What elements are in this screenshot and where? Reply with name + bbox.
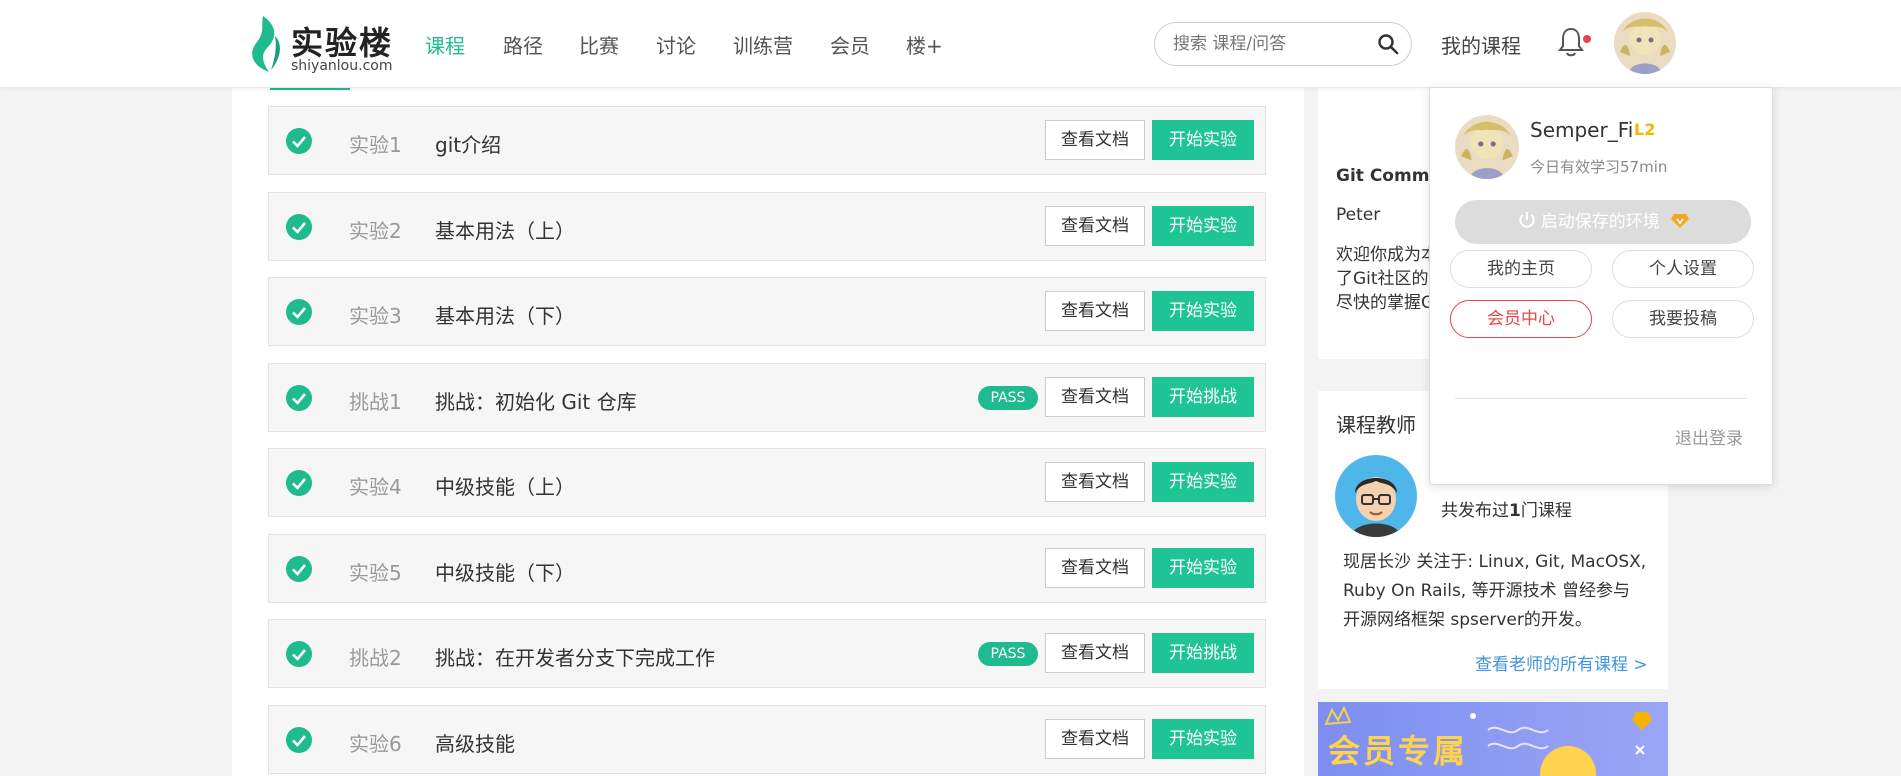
start-lab-button[interactable]: 开始实验 [1152, 462, 1254, 502]
community-intro-line: 欢迎你成为本 [1336, 245, 1438, 265]
dropdown-username[interactable]: Semper_Fi [1530, 118, 1633, 142]
nav-discussion[interactable]: 讨论 [656, 30, 696, 59]
lab-number: 实验5 [349, 561, 402, 585]
lab-title[interactable]: 基本用法（上） [435, 215, 575, 244]
bell-icon[interactable] [1556, 26, 1586, 58]
logo-subtitle: shiyanlou.com [291, 58, 393, 74]
teacher-heading: 课程教师 [1336, 413, 1416, 437]
start-challenge-button[interactable]: 开始挑战 [1152, 633, 1254, 673]
top-header: 实验楼 shiyanlou.com 课程 路径 比赛 讨论 训练营 会员 楼+ … [0, 0, 1901, 88]
lab-number: 挑战2 [349, 646, 402, 670]
nav-paths[interactable]: 路径 [503, 30, 543, 59]
search-icon[interactable] [1377, 33, 1399, 55]
vip-diamond-icon [1671, 214, 1690, 228]
lab-row: 实验2 基本用法（上） 查看文档 开始实验 [268, 192, 1266, 261]
vip-banner-title: 会员专属 [1328, 732, 1469, 770]
challenge-row: 挑战2 挑战：在开发者分支下完成工作 PASS 查看文档 开始挑战 [268, 619, 1266, 688]
lab-row: 实验5 中级技能（下） 查看文档 开始实验 [268, 534, 1266, 603]
view-doc-button[interactable]: 查看文档 [1045, 633, 1145, 673]
lab-number: 实验4 [349, 475, 402, 499]
lab-row: 实验1 git介绍 查看文档 开始实验 [268, 106, 1266, 175]
user-level-badge: L2 [1634, 120, 1656, 139]
lab-title[interactable]: 挑战：初始化 Git 仓库 [435, 386, 637, 415]
start-lab-button[interactable]: 开始实验 [1152, 206, 1254, 246]
search-input[interactable] [1171, 31, 1365, 57]
lab-title[interactable]: git介绍 [435, 129, 501, 158]
nav-membership[interactable]: 会员 [830, 30, 870, 59]
challenge-row: 挑战1 挑战：初始化 Git 仓库 PASS 查看文档 开始挑战 [268, 363, 1266, 432]
start-lab-button[interactable]: 开始实验 [1152, 291, 1254, 331]
teacher-count-number: 1 [1509, 501, 1521, 521]
view-doc-button[interactable]: 查看文档 [1045, 291, 1145, 331]
lab-title[interactable]: 高级技能 [435, 728, 515, 757]
start-lab-button[interactable]: 开始实验 [1152, 120, 1254, 160]
launch-saved-env-label: 启动保存的环境 [1540, 212, 1660, 232]
check-circle-icon [286, 641, 312, 667]
check-circle-icon [286, 128, 312, 154]
lab-row: 实验4 中级技能（上） 查看文档 开始实验 [268, 448, 1266, 517]
user-dropdown-menu: Semper_Fi L2 今日有效学习57min 启动保存的环境 我的主页 个人… [1429, 87, 1773, 485]
view-doc-button[interactable]: 查看文档 [1045, 719, 1145, 759]
teacher-count-suffix: 门课程 [1520, 501, 1572, 521]
power-icon [1519, 212, 1535, 229]
lab-title[interactable]: 中级技能（下） [435, 557, 575, 586]
logout-link[interactable]: 退出登录 [1675, 424, 1743, 449]
launch-saved-env-button[interactable]: 启动保存的环境 [1455, 200, 1751, 244]
my-courses-link[interactable]: 我的课程 [1441, 30, 1521, 59]
nav-contests[interactable]: 比赛 [579, 30, 619, 59]
shiyanlou-logo-icon[interactable] [245, 14, 287, 76]
check-circle-icon [286, 299, 312, 325]
teacher-bio-line: Ruby On Rails, 等开源技术 曾经参与 [1343, 581, 1631, 601]
dropdown-avatar[interactable] [1455, 115, 1519, 179]
nav-courses[interactable]: 课程 [425, 30, 465, 59]
check-circle-icon [286, 727, 312, 753]
lab-number: 实验6 [349, 732, 402, 756]
lab-title[interactable]: 挑战：在开发者分支下完成工作 [435, 642, 715, 671]
vip-center-button[interactable]: 会员中心 [1450, 300, 1592, 338]
view-doc-button[interactable]: 查看文档 [1045, 462, 1145, 502]
nav-bootcamp[interactable]: 训练营 [733, 30, 793, 59]
user-avatar[interactable] [1614, 12, 1676, 74]
dropdown-divider [1455, 398, 1747, 399]
lab-number: 实验3 [349, 304, 402, 328]
start-lab-button[interactable]: 开始实验 [1152, 548, 1254, 588]
check-circle-icon [286, 556, 312, 582]
community-intro-line: 尽快的掌握G [1336, 293, 1435, 313]
check-circle-icon [286, 385, 312, 411]
view-doc-button[interactable]: 查看文档 [1045, 377, 1145, 417]
teacher-bio-line: 开源网络框架 spserver的开发。 [1343, 610, 1592, 630]
view-doc-button[interactable]: 查看文档 [1045, 120, 1145, 160]
community-author: Peter [1336, 205, 1381, 225]
teacher-avatar[interactable] [1335, 455, 1417, 537]
start-lab-button[interactable]: 开始实验 [1152, 719, 1254, 759]
nav-louplus[interactable]: 楼+ [906, 30, 943, 59]
lab-row: 实验3 基本用法（下） 查看文档 开始实验 [268, 277, 1266, 346]
start-challenge-button[interactable]: 开始挑战 [1152, 377, 1254, 417]
lab-number: 实验1 [349, 133, 402, 157]
pass-badge: PASS [978, 642, 1038, 666]
lab-number: 挑战1 [349, 390, 402, 414]
study-time-today: 今日有效学习57min [1530, 158, 1668, 176]
lab-title[interactable]: 基本用法（下） [435, 300, 575, 329]
personal-settings-button[interactable]: 个人设置 [1612, 250, 1754, 288]
check-circle-icon [286, 214, 312, 240]
search-box [1154, 22, 1412, 66]
teacher-bio-line: 现居长沙 关注于: Linux, Git, MacOSX, [1343, 552, 1647, 572]
teacher-course-count: 共发布过1门课程 [1441, 496, 1572, 521]
notification-dot [1583, 35, 1591, 43]
lab-title[interactable]: 中级技能（上） [435, 471, 575, 500]
view-doc-button[interactable]: 查看文档 [1045, 548, 1145, 588]
my-homepage-button[interactable]: 我的主页 [1450, 250, 1592, 288]
community-title[interactable]: Git Commu [1336, 166, 1442, 186]
lab-row: 实验6 高级技能 查看文档 开始实验 [268, 705, 1266, 774]
teacher-all-courses-link[interactable]: 查看老师的所有课程 > [1475, 650, 1648, 675]
contribute-button[interactable]: 我要投稿 [1612, 300, 1754, 338]
pass-badge: PASS [978, 386, 1038, 410]
view-doc-button[interactable]: 查看文档 [1045, 206, 1145, 246]
teacher-count-prefix: 共发布过 [1441, 501, 1509, 521]
vip-banner[interactable]: 会员专属 [1318, 702, 1668, 776]
community-intro-line: 了Git社区的 [1336, 269, 1429, 289]
lab-number: 实验2 [349, 219, 402, 243]
check-circle-icon [286, 470, 312, 496]
